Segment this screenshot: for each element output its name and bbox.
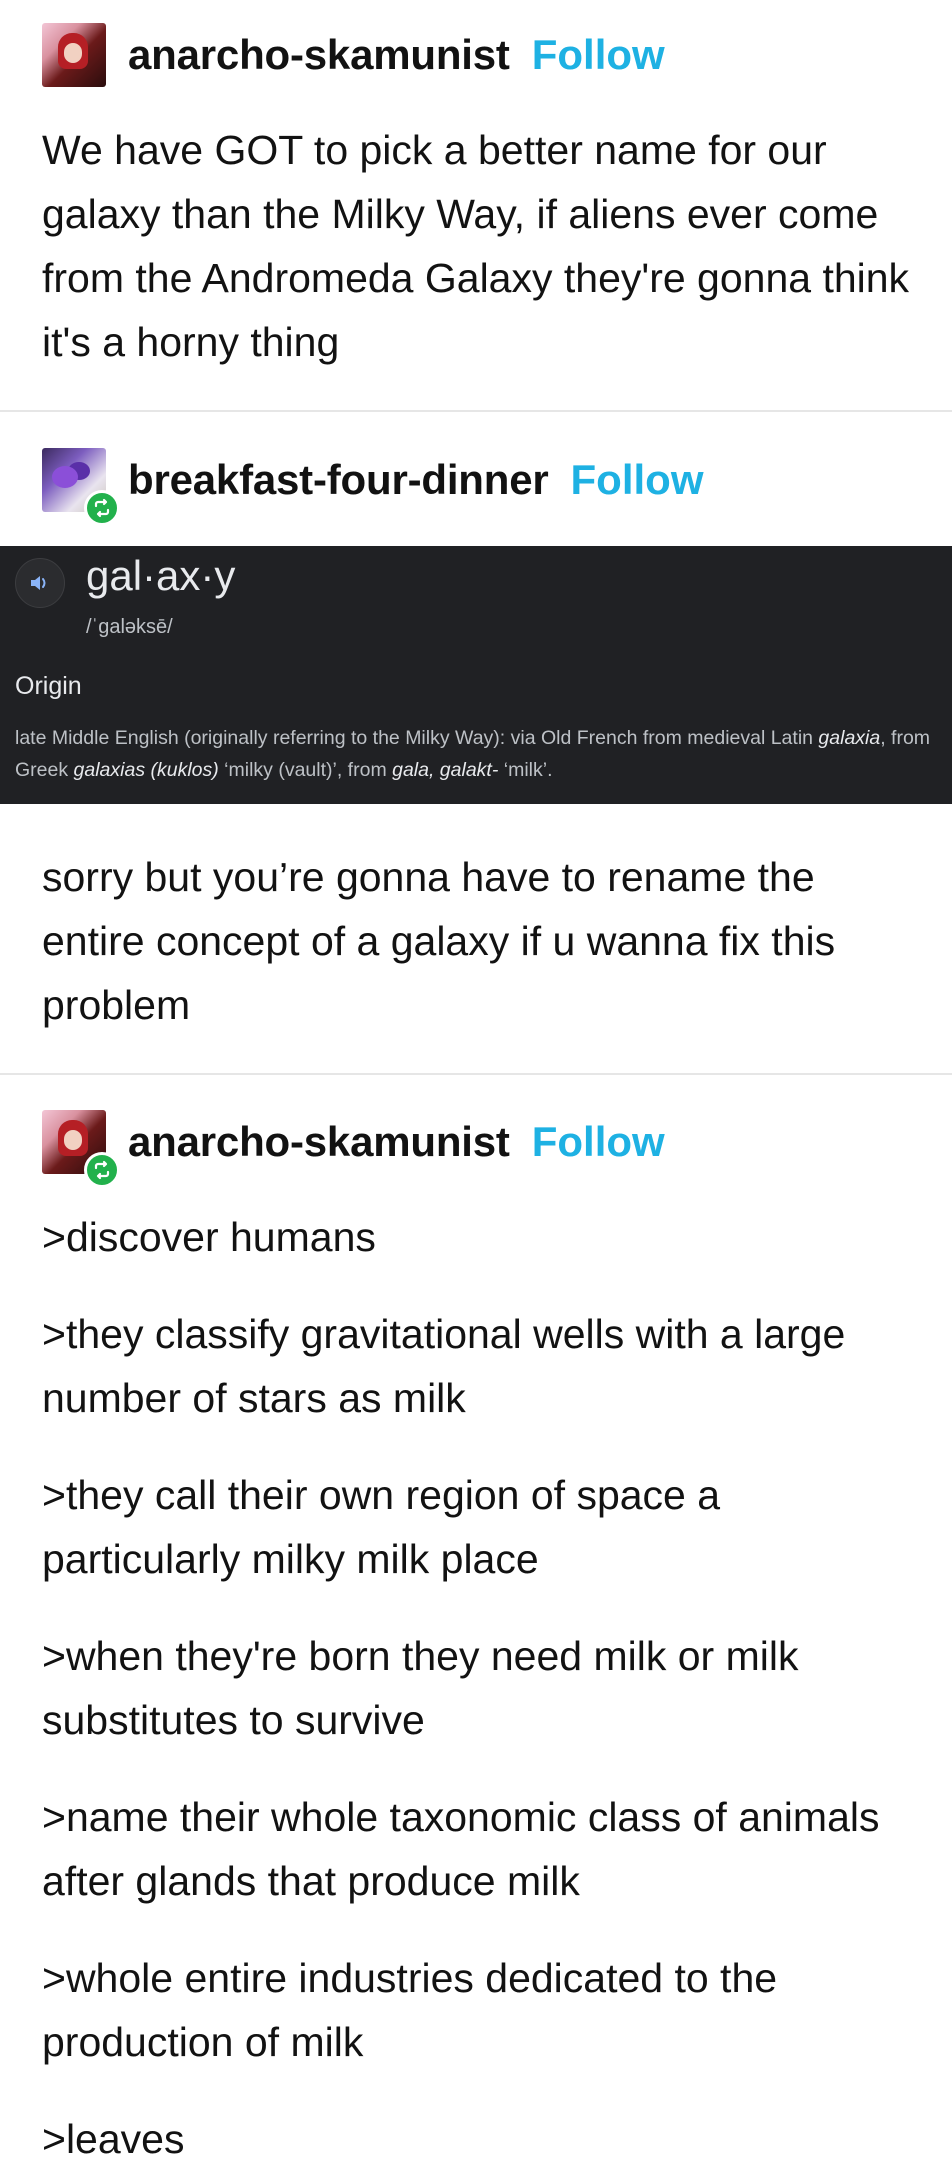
post-paragraph: >name their whole taxonomic class of ani… [42, 1794, 880, 1904]
avatar[interactable] [42, 448, 120, 526]
origin-text: late Middle English (originally referrin… [15, 722, 940, 786]
pronunciation: /ˈɡaləksē/ [86, 616, 173, 638]
post-1-text: We have GOT to pick a better name for ou… [42, 118, 922, 374]
post-paragraph: >discover humans [42, 1214, 376, 1260]
origin-segment: late Middle English (originally referrin… [15, 727, 819, 749]
post-paragraph: >whole entire industries dedicated to th… [42, 1955, 778, 2065]
username[interactable]: anarcho-skamunist [128, 31, 510, 79]
avatar[interactable] [42, 1110, 120, 1188]
post-body: We have GOT to pick a better name for ou… [42, 127, 910, 365]
follow-button[interactable]: Follow [532, 1118, 665, 1166]
username[interactable]: breakfast-four-dinner [128, 456, 549, 504]
follow-button[interactable]: Follow [532, 31, 665, 79]
post-paragraph: >they classify gravitational wells with … [42, 1311, 846, 1421]
post-2-text: sorry but you’re gonna have to rename th… [42, 845, 922, 1037]
origin-segment: ‘milky (vault)’, from [218, 759, 393, 781]
post-3-text: >discover humans >they classify gravitat… [42, 1205, 922, 2171]
origin-term: galaxias (kuklos) [73, 759, 219, 781]
avatar[interactable] [42, 23, 106, 87]
origin-segment: ‘milk’. [498, 759, 553, 781]
speaker-icon[interactable] [15, 558, 65, 608]
post-body: sorry but you’re gonna have to rename th… [42, 854, 836, 1028]
post-paragraph: >leaves [42, 2116, 185, 2162]
origin-term: gala, galakt- [392, 759, 499, 781]
post-paragraph: >they call their own region of space a p… [42, 1472, 721, 1582]
reblog-icon [84, 490, 120, 526]
post-paragraph: >when they're born they need milk or mil… [42, 1633, 799, 1743]
post-2-header: breakfast-four-dinner Follow [42, 448, 704, 526]
username[interactable]: anarcho-skamunist [128, 1118, 510, 1166]
post-divider [0, 410, 952, 412]
post-3-header: anarcho-skamunist Follow [42, 1110, 665, 1188]
post-divider [0, 1073, 952, 1075]
post-1-header: anarcho-skamunist Follow [42, 23, 665, 87]
origin-label: Origin [15, 672, 82, 700]
reblog-icon [84, 1152, 120, 1188]
follow-button[interactable]: Follow [571, 456, 704, 504]
dictionary-word: gal·ax·y [86, 552, 236, 599]
dictionary-card: gal·ax·y /ˈɡaləksē/ Origin late Middle E… [0, 546, 952, 804]
origin-term: galaxia [818, 727, 881, 749]
